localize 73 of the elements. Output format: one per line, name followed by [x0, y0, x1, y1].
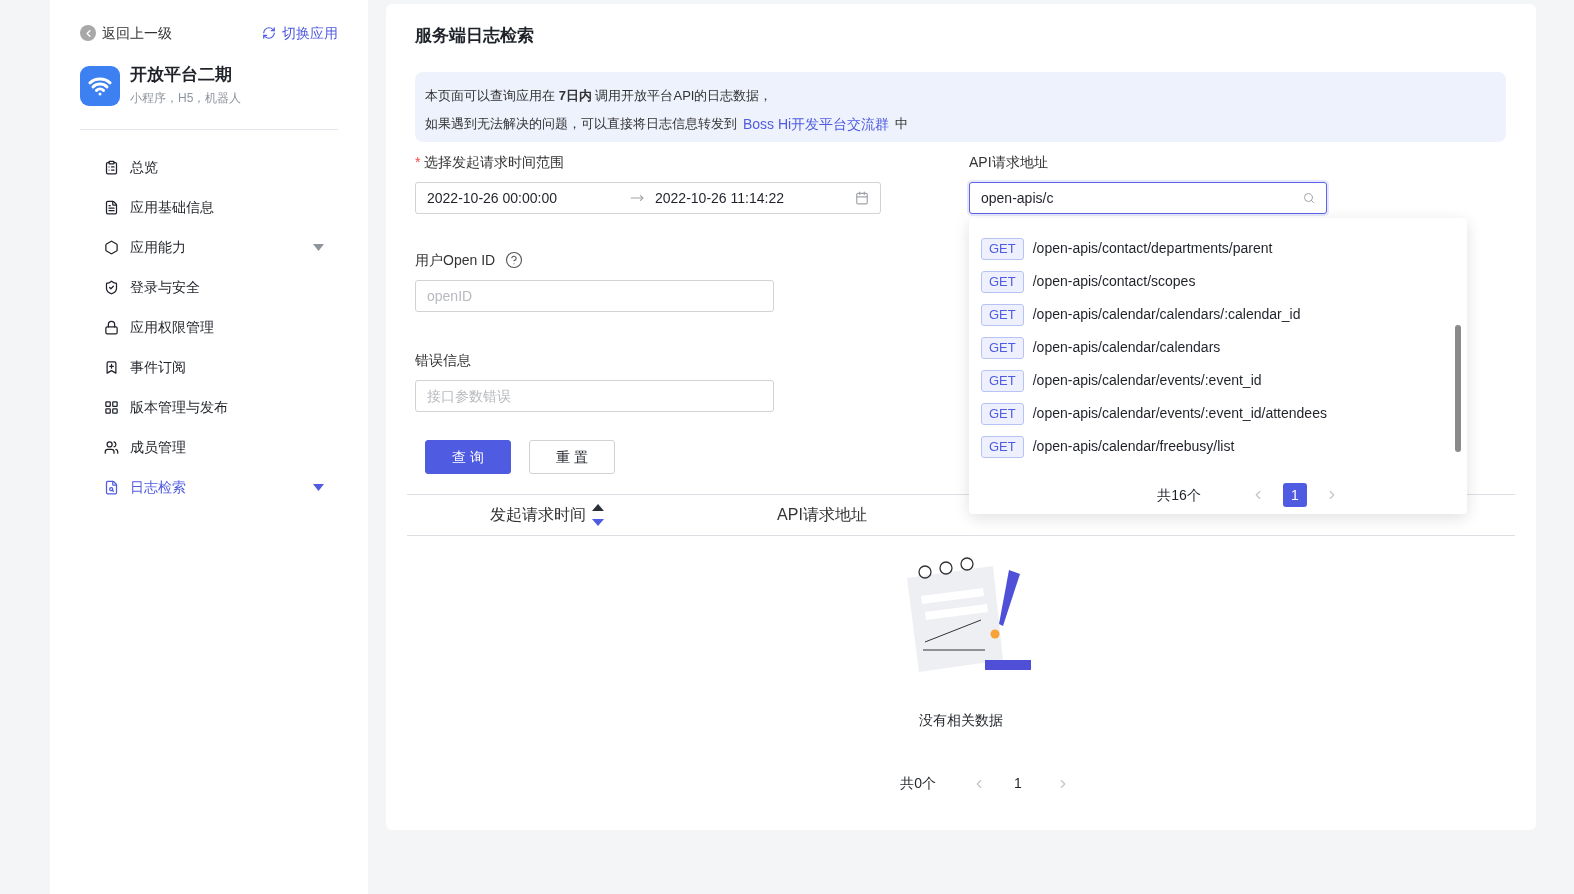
back-link[interactable]: 返回上一级 [80, 22, 172, 44]
api-path: /open-apis/calendar/calendars [1032, 338, 1221, 357]
field-label: API请求地址 [969, 152, 1048, 172]
suggestion-item[interactable]: GET /open-apis/calendar/calendars [981, 331, 1467, 364]
method-tag: GET [981, 303, 1024, 326]
file-search-icon [104, 479, 119, 495]
app-name: 开放平台二期 [130, 64, 233, 86]
suggestion-item[interactable]: GET /open-apis/calendar/events/:event_id/attendees [981, 397, 1467, 430]
api-path: /open-apis/calendar/events/:event_id/attendees [1032, 404, 1327, 423]
method-tag: GET [981, 402, 1024, 425]
notice-text: 如果遇到无法解决的问题，可以直接将日志信息转发到 [425, 115, 737, 133]
suggestion-item[interactable]: GET /open-apis/calendar/freebusy/list [981, 430, 1467, 463]
total-count: 共16个 [1157, 485, 1201, 505]
notice-text: 中 [895, 115, 909, 133]
search-icon [1303, 192, 1315, 204]
users-icon [104, 439, 119, 455]
menu-item[interactable]: 版本管理与发布 [80, 387, 338, 427]
bookmark-icon [104, 359, 119, 375]
menu-item[interactable]: 日志检索 [80, 467, 338, 507]
page-number[interactable]: 1 [1282, 483, 1307, 507]
suggestion-item[interactable]: GET /open-apis/calendar/events/:event_id [981, 364, 1467, 397]
page-title: 服务端日志检索 [415, 26, 535, 46]
total-count: 共0个 [900, 774, 936, 793]
suggestion-item[interactable]: GET /open-apis/contact/scopes [981, 265, 1467, 298]
switch-app-link[interactable]: 切换应用 [262, 22, 338, 44]
open-id-field[interactable]: openID [415, 280, 774, 312]
query-button[interactable]: 查 询 [425, 440, 511, 474]
suggestion-item[interactable]: GET /open-apis/contact/departments/parent [981, 232, 1467, 265]
api-path: /open-apis/calendar/freebusy/list [1032, 437, 1235, 456]
list-icon [104, 159, 119, 175]
menu-item[interactable]: 应用能力 [80, 227, 338, 267]
menu-item[interactable]: 成员管理 [80, 427, 338, 467]
hexagon-icon [104, 239, 119, 255]
back-icon [80, 25, 96, 41]
column-header[interactable]: 发起请求时间 [490, 503, 586, 527]
suggestion-item[interactable]: GET /open-apis/calendar/calendars/:calendar_id [981, 298, 1467, 331]
api-path: /open-apis/calendar/events/:event_id [1032, 371, 1262, 390]
column-header[interactable]: API请求地址 [777, 503, 867, 527]
method-tag: GET [981, 336, 1024, 359]
grid-icon [104, 399, 119, 415]
method-tag: GET [981, 369, 1024, 392]
api-path: /open-apis/contact/departments/parent [1032, 239, 1273, 258]
empty-text: 没有相关数据 [919, 711, 1003, 730]
menu-item[interactable]: 应用权限管理 [80, 307, 338, 347]
reset-button[interactable]: 重 置 [529, 440, 615, 474]
shield-check-icon [104, 279, 119, 295]
method-tag: GET [981, 435, 1024, 458]
page-number[interactable]: 1 [1014, 773, 1022, 794]
api-search-field[interactable]: open-apis/c [969, 182, 1327, 214]
document-icon [104, 199, 119, 215]
sort-icon[interactable] [592, 504, 604, 526]
menu-item[interactable]: 事件订阅 [80, 347, 338, 387]
notice-text: 本页面可以查询应用在 7日内 调用开放平台API的日志数据， [425, 87, 774, 105]
error-info-field[interactable]: 接口参数错误 [415, 380, 774, 412]
menu-item[interactable]: 登录与安全 [80, 267, 338, 307]
date-range-field[interactable]: 2022-10-26 00:00:00 2022-10-26 11:14:22 [415, 182, 881, 214]
help-icon[interactable] [505, 251, 524, 269]
menu-item[interactable]: 应用基础信息 [80, 187, 338, 227]
field-label: 选择发起请求时间范围 [424, 152, 565, 172]
lock-icon [104, 319, 119, 335]
refresh-icon [262, 26, 276, 40]
group-link[interactable]: Boss Hi开发平台交流群 [743, 110, 890, 138]
app-logo [80, 65, 120, 106]
api-path: /open-apis/calendar/calendars/:calendar_id [1032, 305, 1301, 324]
calendar-icon [855, 191, 869, 205]
method-tag: GET [981, 237, 1024, 260]
app-subtitle: 小程序，H5，机器人 [130, 90, 242, 107]
field-label: 错误信息 [415, 350, 471, 370]
menu-item[interactable]: 总览 [80, 147, 338, 187]
required-mark: * [415, 152, 421, 172]
api-path: /open-apis/contact/scopes [1032, 272, 1196, 291]
method-tag: GET [981, 270, 1024, 293]
field-label: 用户Open ID [415, 250, 496, 270]
